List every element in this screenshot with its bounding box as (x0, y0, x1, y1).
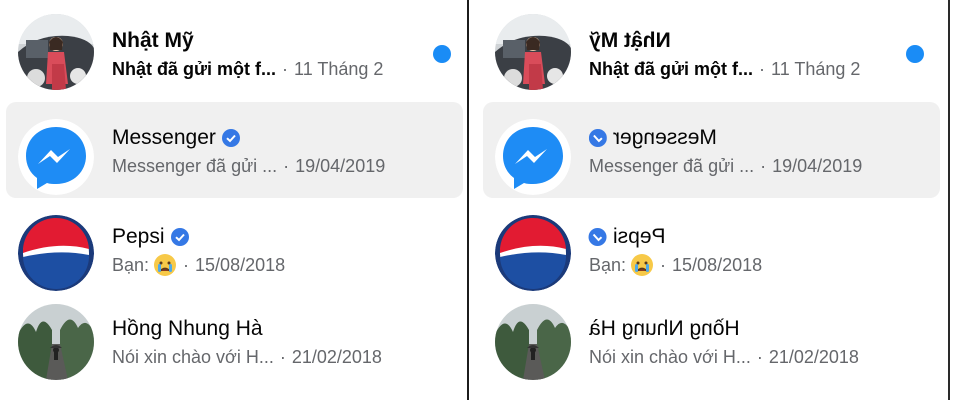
separator-dot: · (756, 347, 763, 367)
verified-badge-icon (221, 129, 240, 147)
crying-face-emoji-icon (631, 254, 654, 276)
contact-name: Hồng Nhung Hà (112, 317, 263, 340)
message-date: 15/08/2018 (672, 255, 763, 275)
avatar (495, 304, 571, 380)
message-preview: Messenger đã gửi ... (112, 156, 278, 176)
verified-badge-icon (589, 129, 607, 147)
avatar (18, 304, 94, 380)
message-preview: Nói xin chào với H... (112, 347, 274, 367)
avatar (18, 119, 94, 195)
conversation-item-hong-nhung-ha[interactable]: Hồng Nhung Hà Nói xin chào với H... · 21… (6, 294, 463, 390)
separator-dot: · (279, 347, 286, 367)
avatar (18, 14, 94, 90)
messenger-logo-icon (495, 119, 571, 195)
conversation-item-messenger[interactable]: Messenger Messenger đã gửi ... · 19/04/2… (6, 102, 463, 198)
message-preview: Bạn: (589, 255, 627, 275)
separator-dot: · (183, 255, 190, 275)
message-date: 15/08/2018 (195, 255, 286, 275)
message-preview: Bạn: (112, 255, 150, 275)
avatar (18, 215, 94, 291)
separator-dot: · (760, 156, 767, 176)
outside-area (950, 0, 960, 400)
conversation-item-messenger[interactable]: Messenger Messenger đã gửi ... · 19/04/2… (483, 102, 940, 198)
message-date: 21/02/2018 (768, 347, 859, 367)
messenger-logo-icon (18, 119, 94, 195)
conversation-list-original: Nhật Mỹ Nhật đã gửi một f... · 11 Tháng … (0, 0, 468, 400)
message-date: 21/02/2018 (291, 347, 382, 367)
message-preview: Nhật đã gửi một f... (112, 59, 277, 79)
conversation-item-pepsi[interactable]: Pepsi Bạn: · 15/08/2018 (483, 198, 940, 294)
photo-avatar-woman-car-icon (18, 14, 94, 90)
message-preview: Nói xin chào với H... (589, 347, 751, 367)
separator-dot: · (282, 59, 289, 79)
contact-name-mirrored: Hồng Nhung Hà (589, 317, 740, 340)
contact-name: Messenger (112, 126, 216, 149)
pepsi-logo-icon (18, 215, 94, 291)
message-date: 11 Tháng 2 (294, 59, 384, 79)
crying-face-emoji-icon (154, 254, 177, 276)
contact-name-mirrored: Nhật Mỹ (589, 29, 671, 52)
message-preview: Nhật đã gửi một f... (589, 59, 754, 79)
contact-name: Nhật Mỹ (112, 29, 194, 52)
message-date: 11 Tháng 2 (771, 59, 861, 79)
photo-avatar-landscape-icon (18, 304, 94, 380)
photo-avatar-woman-car-icon (495, 14, 571, 90)
photo-avatar-landscape-icon (495, 304, 571, 380)
contact-name-mirrored: Messenger (613, 126, 717, 149)
verified-badge-icon (170, 228, 189, 246)
unread-dot-icon (906, 45, 924, 63)
separator-dot: · (660, 255, 667, 275)
conversation-item-hong-nhung-ha[interactable]: Hồng Nhung Hà Nói xin chào với H... · 21… (483, 294, 940, 390)
conversation-item-nhat-my[interactable]: Nhật Mỹ Nhật đã gửi một f... · 11 Tháng … (483, 0, 940, 90)
separator-dot: · (283, 156, 290, 176)
avatar (495, 119, 571, 195)
pepsi-logo-icon (495, 215, 571, 291)
conversation-item-nhat-my[interactable]: Nhật Mỹ Nhật đã gửi một f... · 11 Tháng … (6, 0, 463, 90)
avatar (495, 215, 571, 291)
separator-dot: · (759, 59, 766, 79)
message-date: 19/04/2019 (295, 156, 386, 176)
conversation-item-pepsi[interactable]: Pepsi Bạn: · 15/08/2018 (6, 198, 463, 294)
message-date: 19/04/2019 (772, 156, 863, 176)
avatar (495, 14, 571, 90)
contact-name-mirrored: Pepsi (613, 225, 666, 248)
verified-badge-icon (589, 228, 607, 246)
unread-dot-icon (433, 45, 451, 63)
conversation-list-mirrored: Nhật Mỹ Nhật đã gửi một f... · 11 Tháng … (467, 0, 949, 400)
message-preview: Messenger đã gửi ... (589, 156, 755, 176)
contact-name: Pepsi (112, 225, 165, 248)
